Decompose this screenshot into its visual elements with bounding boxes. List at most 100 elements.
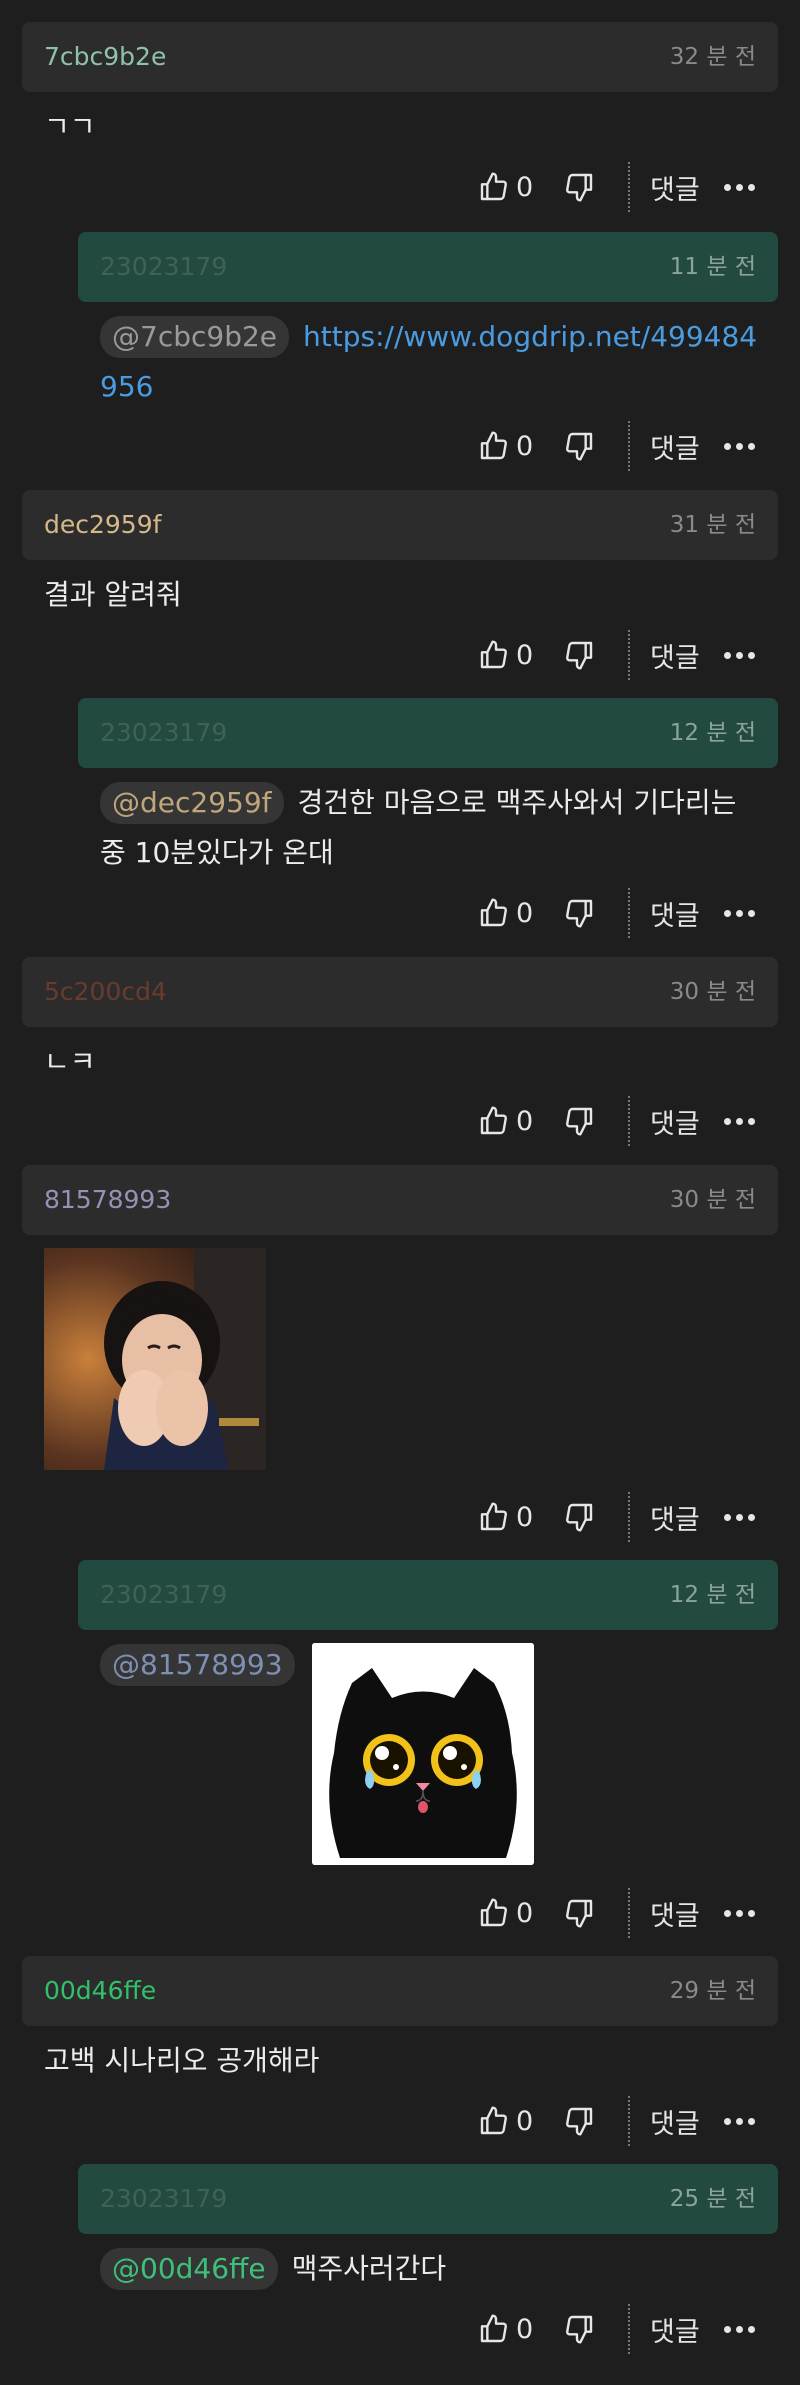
thumbs-up-icon [480, 1502, 507, 1531]
dislike-button[interactable] [563, 1492, 595, 1542]
dislike-button[interactable] [563, 421, 595, 471]
crying-black-cat-sticker [312, 1643, 534, 1865]
like-button[interactable]: 0 [478, 162, 533, 212]
dislike-button[interactable] [563, 162, 595, 212]
crying-woman-photo [44, 1248, 266, 1470]
dislike-button[interactable] [563, 630, 595, 680]
reply-sticker[interactable] [312, 1643, 534, 1865]
more-button[interactable] [724, 888, 755, 938]
reply-button[interactable]: 댓글 [650, 421, 700, 471]
like-button[interactable]: 0 [478, 630, 533, 680]
thumbs-up-icon [480, 431, 507, 460]
dislike-button[interactable] [563, 888, 595, 938]
comment-actions: 0 댓글 [478, 2304, 778, 2354]
divider [628, 888, 630, 938]
like-count: 0 [516, 639, 534, 671]
thumbs-down-icon [566, 641, 593, 670]
more-icon [724, 909, 755, 917]
comment-header: dec2959f 31 분 전 [22, 490, 778, 560]
like-button[interactable]: 0 [478, 2304, 533, 2354]
comment-author[interactable]: 23023179 [100, 1580, 227, 1610]
comment-author[interactable]: dec2959f [44, 510, 161, 540]
like-button[interactable]: 0 [478, 1888, 533, 1938]
reply-button[interactable]: 댓글 [650, 630, 700, 680]
reply-text-line: 맥주사러간다 [291, 2252, 447, 2285]
more-button[interactable] [724, 1096, 755, 1146]
comment-text: ㄱㄱ [44, 110, 96, 143]
more-button[interactable] [724, 2096, 755, 2146]
more-button[interactable] [724, 162, 755, 212]
comment-actions: 0 댓글 [478, 888, 778, 938]
more-button[interactable] [724, 1888, 755, 1938]
reply-button[interactable]: 댓글 [650, 2096, 700, 2146]
comment-header: 5c200cd4 30 분 전 [22, 957, 778, 1027]
comment-text: ㄴㅋ [44, 1045, 96, 1078]
thumbs-down-icon [566, 2107, 593, 2136]
reply-label: 댓글 [650, 642, 700, 674]
mention-tag[interactable]: @dec2959f [100, 782, 284, 824]
comment-text: 고백 시나리오 공개해라 [44, 2044, 320, 2077]
comment-time: 25 분 전 [669, 2186, 756, 2212]
comment-author[interactable]: 7cbc9b2e [44, 42, 166, 72]
more-button[interactable] [724, 1492, 755, 1542]
reply-label: 댓글 [650, 1108, 700, 1140]
reply-link[interactable]: https://www.dogdrip.net/499484 [303, 320, 757, 353]
more-icon [724, 651, 755, 659]
thumbs-up-icon [480, 898, 507, 927]
mention-tag[interactable]: @00d46ffe [100, 2248, 278, 2290]
thumbs-up-icon [480, 1898, 507, 1927]
comment-time: 30 분 전 [669, 979, 756, 1005]
dislike-button[interactable] [563, 2096, 595, 2146]
thumbs-down-icon [566, 1107, 593, 1136]
divider [628, 162, 630, 212]
reply-button[interactable]: 댓글 [650, 162, 700, 212]
reply-label: 댓글 [650, 174, 700, 206]
mention-tag[interactable]: @7cbc9b2e [100, 316, 290, 358]
thumbs-up-icon [480, 1106, 507, 1135]
comment-author[interactable]: 23023179 [100, 2184, 227, 2214]
like-count: 0 [516, 1897, 534, 1929]
divider [628, 1888, 630, 1938]
divider [628, 421, 630, 471]
reply-button[interactable]: 댓글 [650, 1492, 700, 1542]
comment-image[interactable] [44, 1248, 266, 1470]
like-button[interactable]: 0 [478, 888, 533, 938]
more-icon [724, 2117, 755, 2125]
reply-link-continued[interactable]: 956 [100, 362, 153, 412]
like-button[interactable]: 0 [478, 2096, 533, 2146]
like-count: 0 [516, 171, 534, 203]
reply-button[interactable]: 댓글 [650, 2304, 700, 2354]
like-count: 0 [516, 2313, 534, 2345]
thumbs-down-icon [566, 173, 593, 202]
like-button[interactable]: 0 [478, 1492, 533, 1542]
reply-label: 댓글 [650, 1504, 700, 1536]
more-icon [724, 1513, 755, 1521]
dislike-button[interactable] [563, 2304, 595, 2354]
dislike-button[interactable] [563, 1888, 595, 1938]
divider [628, 1096, 630, 1146]
like-button[interactable]: 0 [478, 421, 533, 471]
reply-button[interactable]: 댓글 [650, 1888, 700, 1938]
comment-author[interactable]: 00d46ffe [44, 1976, 156, 2006]
comment-actions: 0 댓글 [478, 2096, 778, 2146]
mention-tag[interactable]: @81578993 [100, 1644, 295, 1686]
dislike-button[interactable] [563, 1096, 595, 1146]
reply-button[interactable]: 댓글 [650, 1096, 700, 1146]
reply-label: 댓글 [650, 2316, 700, 2348]
comment-actions: 0 댓글 [478, 630, 778, 680]
comment-author[interactable]: 23023179 [100, 252, 227, 282]
divider [628, 630, 630, 680]
comment-author[interactable]: 5c200cd4 [44, 977, 167, 1007]
reply-button[interactable]: 댓글 [650, 888, 700, 938]
like-button[interactable]: 0 [478, 1096, 533, 1146]
more-button[interactable] [724, 630, 755, 680]
comment-author[interactable]: 23023179 [100, 718, 227, 748]
more-button[interactable] [724, 421, 755, 471]
comment-author[interactable]: 81578993 [44, 1185, 171, 1215]
more-button[interactable] [724, 2304, 755, 2354]
thumbs-up-icon [480, 2106, 507, 2135]
comment-header: 81578993 30 분 전 [22, 1165, 778, 1235]
comment-header: 00d46ffe 29 분 전 [22, 1956, 778, 2026]
reply-header: 23023179 12 분 전 [78, 698, 778, 768]
comment-actions: 0 댓글 [478, 1096, 778, 1146]
